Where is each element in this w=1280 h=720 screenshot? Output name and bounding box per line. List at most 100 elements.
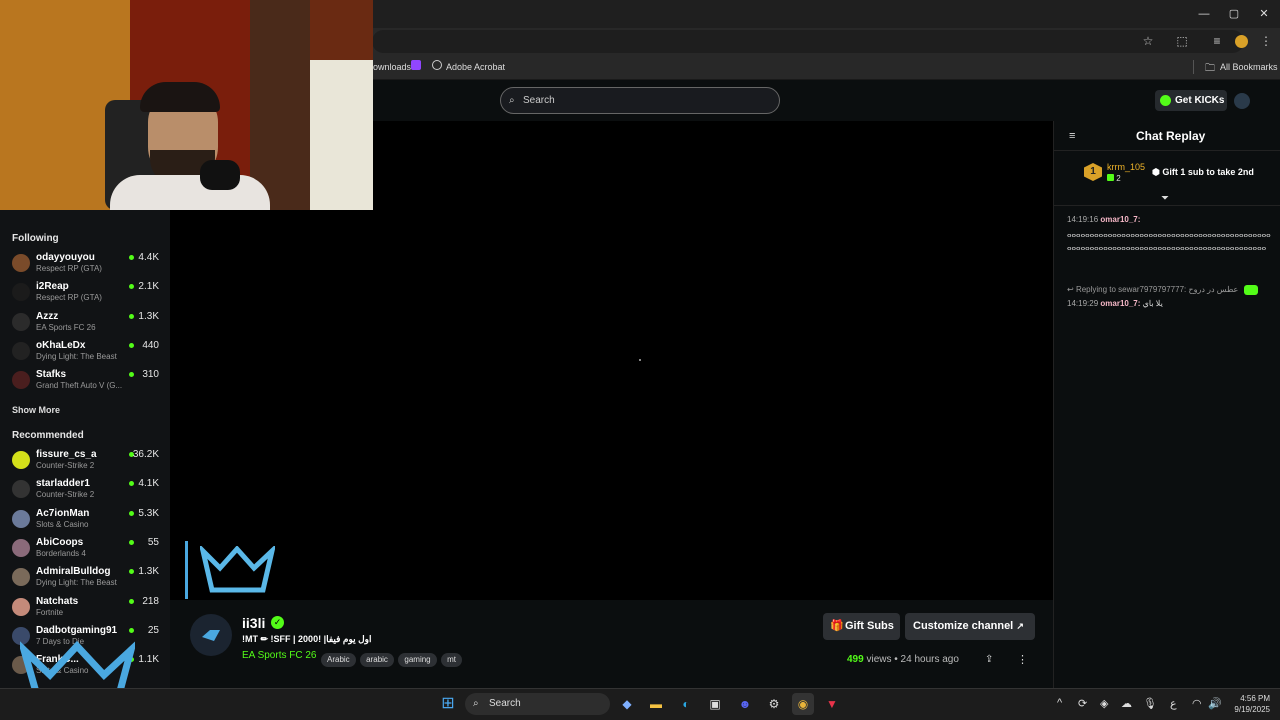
edge-icon[interactable]: ◐ (675, 693, 697, 715)
viewer-count: 1.1K (138, 654, 159, 666)
viewer-count: 1.3K (138, 566, 159, 578)
clock[interactable]: 4:56 PM 9/19/2025 (1230, 693, 1270, 715)
filter-icon[interactable]: ⏷ (1161, 193, 1169, 204)
sidebar-channel[interactable]: Ac7ionMan Slots & Casino 5.3K (12, 506, 162, 534)
close-icon[interactable]: ✕ (1256, 6, 1272, 22)
address-bar[interactable] (372, 30, 1244, 53)
channel-game: EA Sports FC 26 (36, 322, 96, 332)
chrome-icon[interactable]: ◉ (792, 693, 814, 715)
store-icon[interactable]: ▣ (704, 693, 726, 715)
live-dot-icon (129, 598, 134, 604)
show-more-button[interactable]: Show More (12, 405, 60, 415)
chat-panel: ≡ Chat Replay 1 krrm_105 2 ⬢ Gift 1 sub … (1053, 121, 1280, 688)
webcam-light (310, 60, 373, 210)
get-kicks-button[interactable]: Get KICKs (1155, 90, 1227, 111)
tag-mt[interactable]: mt (441, 653, 462, 667)
sidebar-channel[interactable]: AbiCoops Borderlands 4 55 (12, 535, 162, 563)
channel-game: Counter-Strike 2 (36, 461, 95, 470)
webcam-overlay (0, 0, 373, 210)
customize-channel-button[interactable]: Customize channel ↗ (905, 613, 1035, 640)
sidebar-channel[interactable]: oKhaLeDx Dying Light: The Beast 440 (12, 338, 162, 366)
gift-subs-button[interactable]: 🎁 Gift Subs (823, 613, 900, 640)
live-dot-icon (129, 510, 134, 516)
minimize-icon[interactable]: — (1196, 6, 1212, 22)
channel-avatar (12, 597, 30, 616)
sidebar-channel[interactable]: starladder1 Counter-Strike 2 4.1K (12, 476, 162, 504)
stream-title: !MT ✏ !SFF | 2000! |اول يوم فيفا (242, 634, 372, 644)
message-user[interactable]: omar10_7: (1100, 215, 1140, 224)
tray-cloud-icon[interactable]: ☁ (1121, 697, 1132, 710)
language-indicator[interactable]: ع (1170, 697, 1177, 710)
all-bookmarks[interactable]: All Bookmarks (1220, 62, 1278, 72)
volume-icon[interactable]: 🔊 (1208, 697, 1222, 710)
views-count: 499 (847, 654, 864, 665)
customize-label: Customize channel (913, 620, 1014, 632)
divider (1054, 150, 1280, 151)
more-options-icon[interactable]: ⋮ (1017, 653, 1028, 666)
top-gifter-name[interactable]: krrm_105 (1107, 162, 1145, 172)
sidebar-channel[interactable]: fissure_cs_a Counter-Strike 2 36.2K (12, 447, 162, 475)
tray-mic-icon[interactable]: 🎙 (1143, 697, 1157, 710)
channel-name: Natchats (36, 595, 79, 607)
channel-avatar (12, 480, 30, 499)
message-user[interactable]: omar10_7: (1100, 299, 1140, 308)
live-dot-icon (129, 313, 134, 319)
twitch-icon[interactable] (411, 60, 421, 70)
sidebar-channel[interactable]: odayyouyou Respect RP (GTA) 4.4K (12, 250, 162, 278)
sidebar-channel[interactable]: AdmiralBulldog Dying Light: The Beast 1.3K (12, 564, 162, 592)
profile-avatar[interactable] (1235, 35, 1248, 48)
extensions-icon[interactable]: ⬚ (1174, 33, 1190, 49)
taskbar-search[interactable]: ⌕ Search (465, 693, 610, 715)
channel-name[interactable]: ii3li (242, 615, 265, 631)
maximize-icon[interactable]: ▢ (1226, 6, 1242, 22)
viewer-count: 2.1K (138, 281, 159, 293)
tag-gaming[interactable]: gaming (398, 653, 437, 667)
collapse-chat-icon[interactable]: ≡ (1069, 130, 1075, 142)
gift-prompt-line[interactable]: ⬢ Gift 1 sub to take 2nd (1152, 167, 1254, 178)
sidebar-channel[interactable]: Natchats Fortnite 218 (12, 594, 162, 622)
message-text: ⴰⴰⴰⴰⴰⴰⴰⴰⴰⴰⴰⴰⴰⴰⴰⴰⴰⴰⴰⴰⴰⴰⴰⴰⴰⴰⴰⴰⴰⴰⴰⴰⴰⴰⴰⴰⴰⴰⴰⴰ… (1067, 232, 1271, 252)
star-icon[interactable]: ☆ (1140, 33, 1156, 49)
tag-list: Arabic arabic gaming mt (321, 649, 462, 667)
viewer-count: 218 (142, 595, 159, 607)
gift-subs-label: Gift Subs (845, 620, 894, 632)
user-avatar[interactable] (1234, 93, 1250, 109)
steam-icon[interactable]: ⚙ (763, 693, 785, 715)
menu-icon[interactable]: ⋮ (1258, 33, 1274, 49)
channel-game: Slots & Casino (36, 519, 89, 529)
search-input[interactable]: ⌕ Search (500, 87, 780, 114)
media-icon[interactable]: ≡ (1209, 33, 1225, 49)
sidebar-channel[interactable]: Stafks Grand Theft Auto V (G... 310 (12, 367, 162, 395)
channel-name: Azzz (36, 310, 59, 322)
file-explorer-icon[interactable]: ▬ (645, 693, 667, 715)
following-heading: Following (12, 233, 59, 244)
channel-avatar[interactable] (190, 614, 232, 656)
bookmark-downloads[interactable]: ownloads (373, 62, 411, 72)
channel-avatar (12, 341, 30, 360)
wifi-icon[interactable]: ◠ (1192, 697, 1202, 710)
share-icon[interactable]: ⇪ (985, 654, 993, 665)
verified-icon: ✓ (271, 616, 284, 629)
tag-arabic[interactable]: Arabic (321, 653, 356, 667)
viewer-count: 55 (147, 536, 159, 548)
tray-app-icon[interactable]: ◈ (1100, 697, 1108, 710)
gift-prompt: Gift 1 sub to take 2nd (1162, 167, 1254, 177)
folder-icon: 🗀 (1205, 63, 1215, 74)
windows-start-icon[interactable]: ⊞ (437, 693, 459, 715)
gift-icon (1107, 174, 1114, 181)
channel-name: fissure_cs_a (36, 449, 97, 460)
copilot-icon[interactable]: ◆ (616, 693, 638, 715)
stream-category[interactable]: EA Sports FC 26 (242, 650, 316, 661)
sidebar-channel[interactable]: Azzz EA Sports FC 26 1.3K (12, 309, 162, 337)
viewer-count: 440 (142, 339, 159, 351)
tray-sync-icon[interactable]: ⟳ (1078, 697, 1087, 710)
tag-arabic-lower[interactable]: arabic (360, 653, 394, 667)
channel-name: oKhaLeDx (36, 339, 86, 351)
channel-name: AbiCoops (36, 536, 84, 548)
message-time: 14:19:29 (1067, 299, 1099, 308)
tray-chevron-icon[interactable]: ^ (1057, 697, 1062, 709)
bookmark-adobe-acrobat[interactable]: Adobe Acrobat (446, 62, 505, 72)
app-icon[interactable]: ▼ (821, 693, 843, 715)
sidebar-channel[interactable]: i2Reap Respect RP (GTA) 2.1K (12, 279, 162, 307)
discord-icon[interactable]: ☻ (734, 693, 756, 715)
